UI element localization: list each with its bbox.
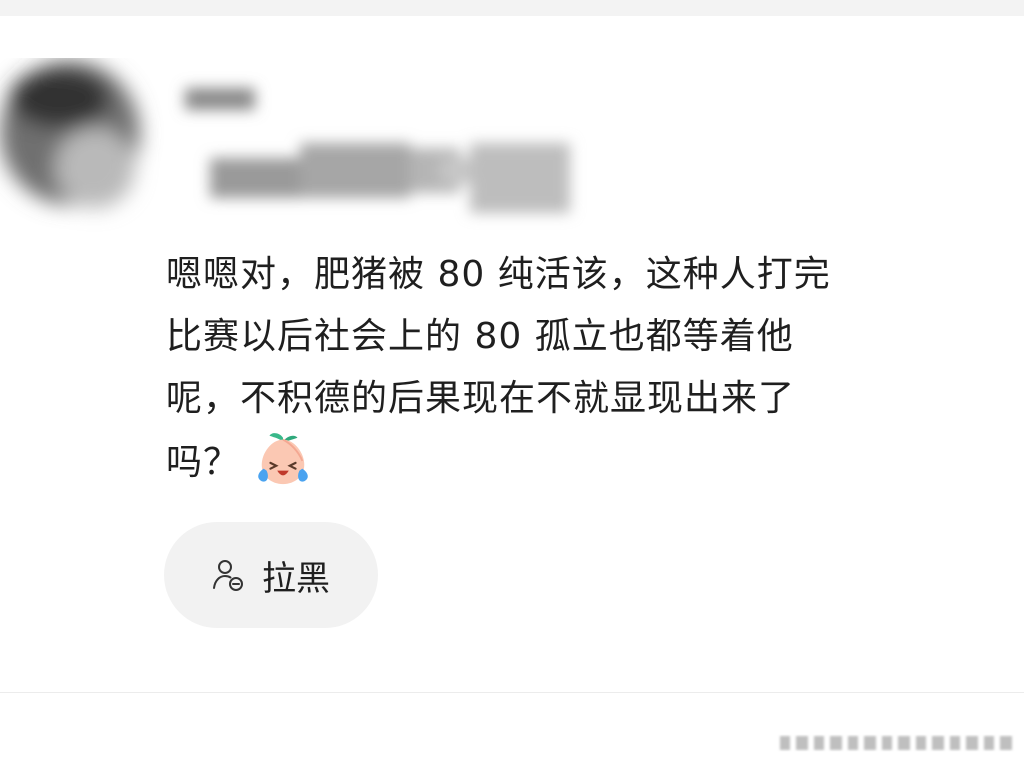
- comment-text: 嗯嗯对，肥猪被 80 纯活该，这种人打完 比赛以后社会上的 80 孤立也都等着他…: [166, 244, 986, 494]
- comment-last-line: 吗？: [166, 430, 986, 494]
- comment-page: 嗯嗯对，肥猪被 80 纯活该，这种人打完 比赛以后社会上的 80 孤立也都等着他…: [0, 0, 1024, 768]
- block-button-label: 拉黑: [262, 558, 330, 599]
- block-user-button[interactable]: 拉黑: [164, 522, 378, 628]
- blurred-watermark: [780, 736, 1012, 750]
- blurred-user-header: [0, 61, 570, 213]
- comment-line: 嗯嗯对，肥猪被 80 纯活该，这种人打完: [166, 254, 831, 295]
- top-bar: [0, 0, 1024, 16]
- laughing-crying-peach-emoji: [258, 433, 308, 485]
- comment-line: 比赛以后社会上的 80 孤立也都等着他: [166, 316, 794, 357]
- comment-line: 吗？: [166, 442, 241, 483]
- comment-line: 呢，不积德的后果现在不就显现出来了: [166, 378, 796, 419]
- user-block-icon: [213, 560, 243, 591]
- divider: [0, 692, 1024, 693]
